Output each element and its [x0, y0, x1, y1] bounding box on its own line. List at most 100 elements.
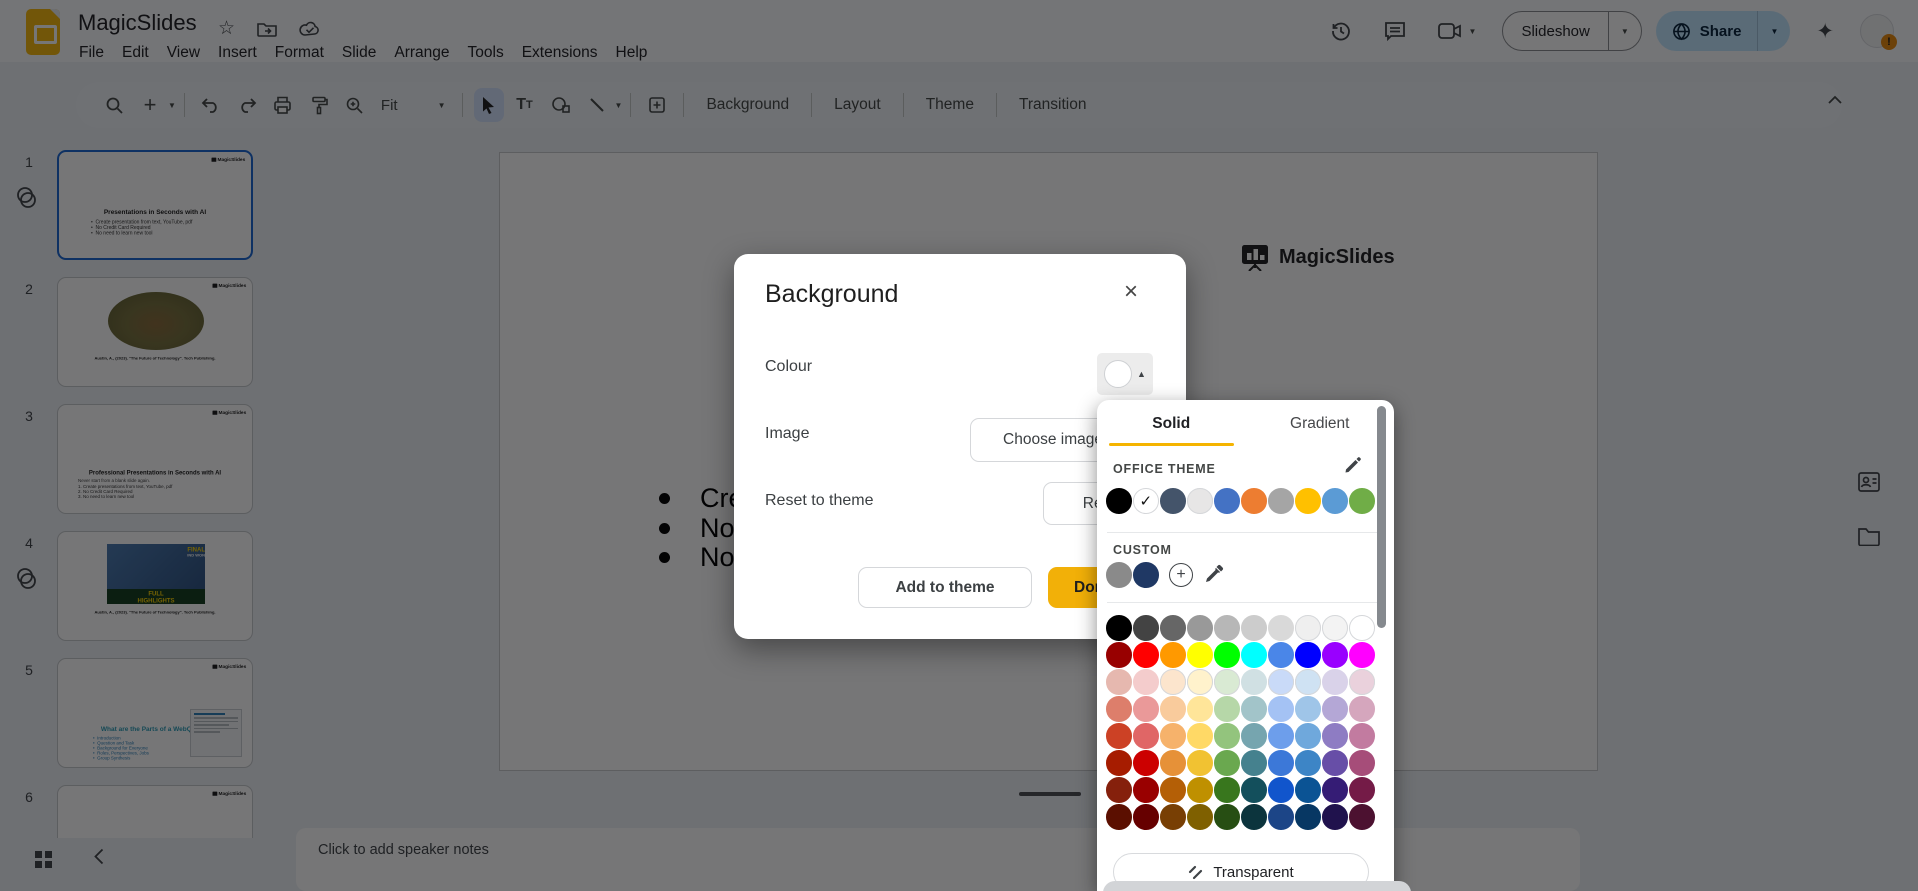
color-swatch[interactable]: [1133, 562, 1159, 588]
eyedropper-icon[interactable]: [1203, 563, 1225, 585]
color-swatch[interactable]: [1295, 696, 1321, 722]
color-swatch[interactable]: [1133, 642, 1159, 668]
color-swatch[interactable]: [1214, 750, 1240, 776]
color-swatch[interactable]: [1349, 615, 1375, 641]
add-custom-colour-icon[interactable]: +: [1169, 563, 1193, 587]
color-swatch[interactable]: [1160, 804, 1186, 830]
color-swatch[interactable]: [1268, 750, 1294, 776]
color-swatch[interactable]: [1106, 777, 1132, 803]
color-swatch[interactable]: [1349, 750, 1375, 776]
color-swatch[interactable]: [1295, 723, 1321, 749]
color-swatch[interactable]: [1214, 615, 1240, 641]
color-swatch[interactable]: [1349, 488, 1375, 514]
color-swatch[interactable]: [1322, 669, 1348, 695]
color-swatch[interactable]: [1106, 488, 1132, 514]
popup-scrollbar[interactable]: [1377, 406, 1386, 628]
color-swatch[interactable]: [1268, 615, 1294, 641]
color-swatch[interactable]: [1295, 750, 1321, 776]
color-swatch[interactable]: [1160, 642, 1186, 668]
color-swatch[interactable]: [1133, 723, 1159, 749]
color-swatch[interactable]: [1322, 777, 1348, 803]
colour-swatch-dropdown[interactable]: ▲: [1097, 353, 1153, 395]
color-swatch[interactable]: [1241, 777, 1267, 803]
color-swatch[interactable]: [1268, 804, 1294, 830]
color-swatch[interactable]: [1160, 615, 1186, 641]
color-swatch[interactable]: [1133, 804, 1159, 830]
color-swatch[interactable]: [1133, 696, 1159, 722]
color-swatch[interactable]: [1241, 804, 1267, 830]
color-swatch[interactable]: [1187, 804, 1213, 830]
color-swatch[interactable]: [1322, 488, 1348, 514]
color-swatch[interactable]: [1241, 750, 1267, 776]
tab-gradient[interactable]: Gradient: [1246, 400, 1395, 448]
color-swatch[interactable]: [1106, 642, 1132, 668]
color-swatch[interactable]: [1349, 777, 1375, 803]
color-swatch[interactable]: [1160, 488, 1186, 514]
color-swatch[interactable]: [1295, 615, 1321, 641]
color-swatch[interactable]: [1160, 669, 1186, 695]
color-swatch[interactable]: [1160, 750, 1186, 776]
color-swatch[interactable]: [1187, 488, 1213, 514]
color-swatch[interactable]: [1106, 804, 1132, 830]
color-swatch[interactable]: [1106, 562, 1132, 588]
color-swatch[interactable]: [1295, 642, 1321, 668]
color-swatch[interactable]: [1187, 723, 1213, 749]
color-swatch[interactable]: [1241, 615, 1267, 641]
color-swatch[interactable]: [1133, 750, 1159, 776]
color-swatch[interactable]: [1322, 750, 1348, 776]
color-swatch[interactable]: [1160, 696, 1186, 722]
color-swatch[interactable]: [1268, 488, 1294, 514]
color-swatch[interactable]: [1268, 669, 1294, 695]
edit-theme-pencil-icon[interactable]: [1344, 456, 1362, 474]
color-swatch[interactable]: [1106, 615, 1132, 641]
color-swatch[interactable]: [1241, 488, 1267, 514]
color-swatch[interactable]: [1214, 642, 1240, 668]
color-swatch[interactable]: [1349, 723, 1375, 749]
color-swatch[interactable]: [1322, 615, 1348, 641]
add-to-theme-button[interactable]: Add to theme: [858, 567, 1032, 608]
color-swatch[interactable]: [1133, 669, 1159, 695]
color-swatch[interactable]: [1106, 723, 1132, 749]
color-swatch[interactable]: [1106, 750, 1132, 776]
color-swatch[interactable]: [1187, 750, 1213, 776]
color-swatch[interactable]: [1349, 696, 1375, 722]
close-icon[interactable]: ×: [1124, 280, 1138, 304]
color-swatch[interactable]: [1187, 615, 1213, 641]
color-swatch[interactable]: [1187, 642, 1213, 668]
color-swatch[interactable]: [1322, 642, 1348, 668]
color-swatch[interactable]: [1214, 488, 1240, 514]
color-swatch[interactable]: [1214, 723, 1240, 749]
color-swatch[interactable]: [1349, 642, 1375, 668]
color-swatch-selected[interactable]: ✓: [1133, 488, 1159, 514]
color-swatch[interactable]: [1241, 723, 1267, 749]
color-swatch[interactable]: [1295, 488, 1321, 514]
color-swatch[interactable]: [1187, 696, 1213, 722]
tab-solid[interactable]: Solid: [1097, 400, 1246, 448]
color-swatch[interactable]: [1214, 804, 1240, 830]
color-swatch[interactable]: [1322, 723, 1348, 749]
color-swatch[interactable]: [1349, 669, 1375, 695]
color-swatch[interactable]: [1349, 804, 1375, 830]
color-swatch[interactable]: [1295, 804, 1321, 830]
color-swatch[interactable]: [1187, 777, 1213, 803]
color-swatch[interactable]: [1160, 723, 1186, 749]
color-swatch[interactable]: [1214, 777, 1240, 803]
color-swatch[interactable]: [1268, 777, 1294, 803]
color-swatch[interactable]: [1241, 696, 1267, 722]
color-swatch[interactable]: [1214, 696, 1240, 722]
color-swatch[interactable]: [1214, 669, 1240, 695]
color-swatch[interactable]: [1268, 723, 1294, 749]
color-swatch[interactable]: [1106, 669, 1132, 695]
color-swatch[interactable]: [1160, 777, 1186, 803]
color-swatch[interactable]: [1241, 642, 1267, 668]
color-swatch[interactable]: [1268, 642, 1294, 668]
color-swatch[interactable]: [1133, 615, 1159, 641]
color-swatch[interactable]: [1106, 696, 1132, 722]
color-swatch[interactable]: [1268, 696, 1294, 722]
color-swatch[interactable]: [1241, 669, 1267, 695]
color-swatch[interactable]: [1322, 804, 1348, 830]
color-swatch[interactable]: [1187, 669, 1213, 695]
color-swatch[interactable]: [1295, 669, 1321, 695]
color-swatch[interactable]: [1295, 777, 1321, 803]
color-swatch[interactable]: [1322, 696, 1348, 722]
